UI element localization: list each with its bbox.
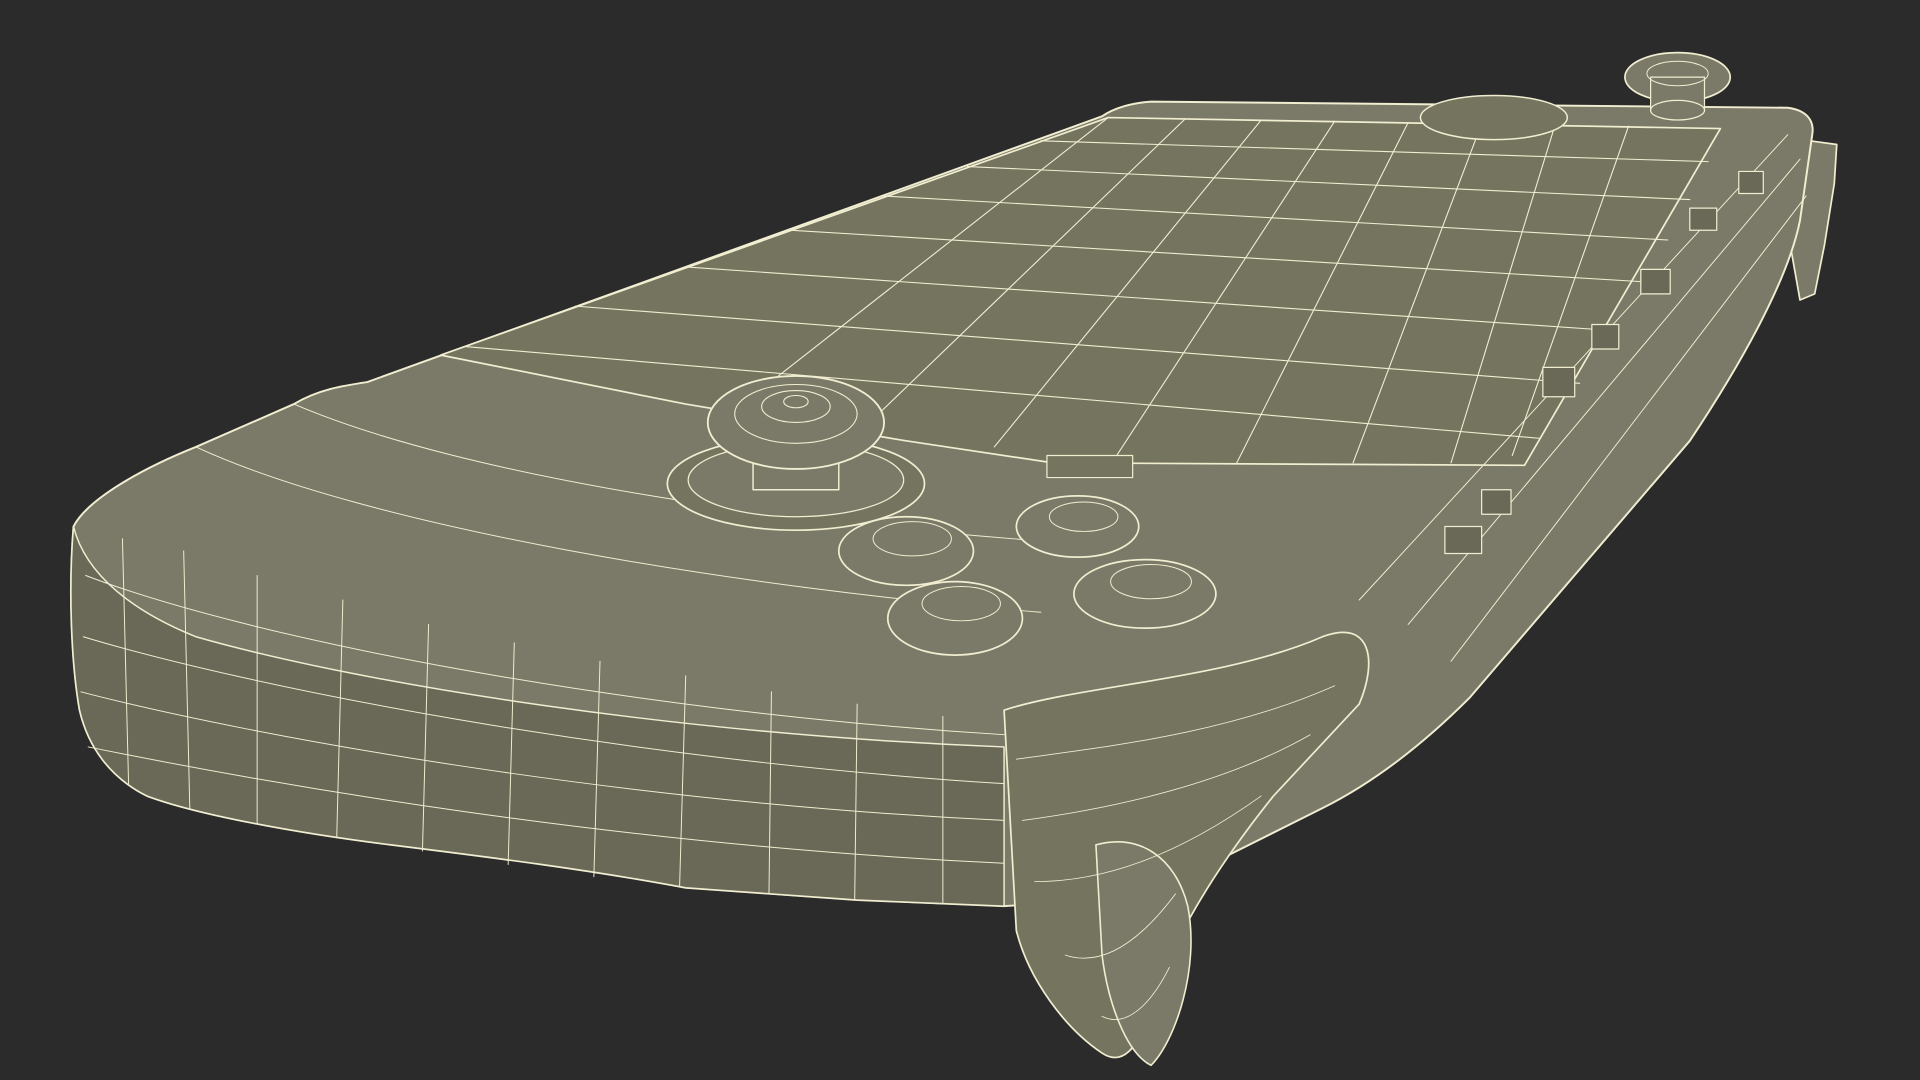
face-button-y <box>1015 495 1140 558</box>
face-button-a <box>886 580 1024 656</box>
menu-button <box>1046 454 1134 479</box>
wireframe-scene <box>0 0 1920 1080</box>
face-button-b <box>1073 558 1217 630</box>
face-button-x <box>837 515 975 587</box>
